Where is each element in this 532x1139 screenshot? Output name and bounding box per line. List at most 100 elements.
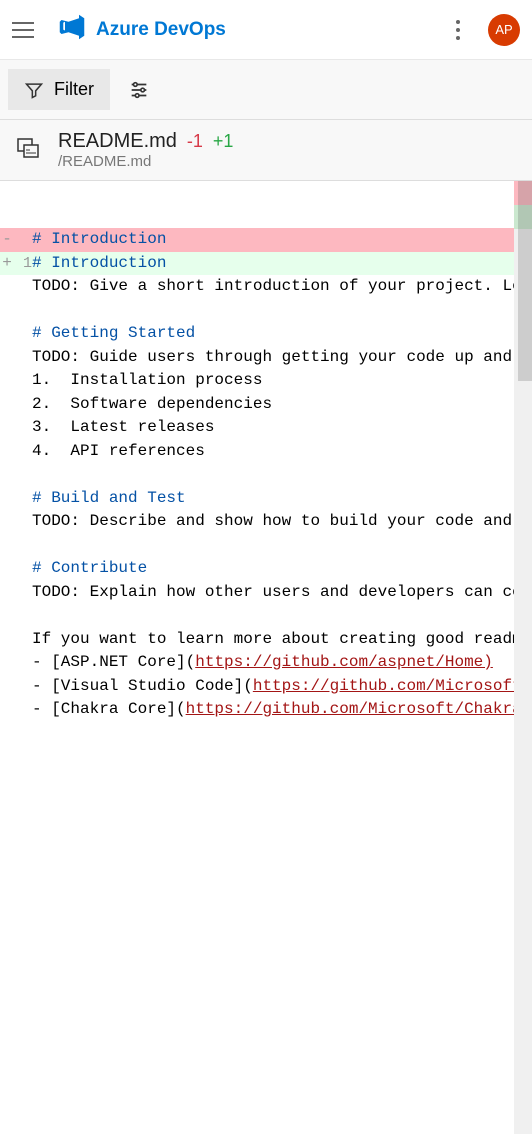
line-number <box>14 299 32 323</box>
diff-marker <box>0 299 14 323</box>
toolbar: Filter <box>0 60 532 120</box>
diff-marker <box>0 604 14 628</box>
code-line[interactable]: 3. Latest releases <box>0 416 532 440</box>
code-line[interactable]: TODO: Describe and show how to build you… <box>0 510 532 534</box>
line-content: 3. Latest releases <box>32 416 532 440</box>
diff-marker <box>0 463 14 487</box>
filter-label: Filter <box>54 79 94 100</box>
diff-marker <box>0 557 14 581</box>
line-content <box>32 463 532 487</box>
file-name: README.md <box>58 130 177 153</box>
code-line[interactable]: 2. Software dependencies <box>0 393 532 417</box>
diff-marker <box>0 487 14 511</box>
file-header: README.md -1 +1 /README.md <box>0 120 532 181</box>
line-number <box>14 651 32 675</box>
line-number <box>14 346 32 370</box>
code-line[interactable]: +1# Introduction <box>0 252 532 276</box>
line-number <box>14 322 32 346</box>
diff-added-count: +1 <box>213 131 234 152</box>
line-number <box>14 440 32 464</box>
code-line[interactable]: TODO: Explain how other users and develo… <box>0 581 532 605</box>
diff-marker <box>0 534 14 558</box>
line-content <box>32 534 532 558</box>
line-content: # Contribute <box>32 557 532 581</box>
line-number <box>14 463 32 487</box>
line-number <box>14 275 32 299</box>
line-number <box>14 675 32 699</box>
line-number <box>14 557 32 581</box>
diff-marker <box>0 346 14 370</box>
code-line[interactable]: # Build and Test <box>0 487 532 511</box>
code-line[interactable] <box>0 534 532 558</box>
line-content: TODO: Guide users through getting your c… <box>32 346 532 370</box>
diff-marker <box>0 393 14 417</box>
overview-ruler[interactable] <box>514 181 532 1134</box>
line-number: 1 <box>14 252 32 276</box>
azure-devops-logo-icon[interactable] <box>58 13 86 46</box>
code-line[interactable]: -# Introduction <box>0 228 532 252</box>
file-path: /README.md <box>58 153 233 170</box>
line-content: # Getting Started <box>32 322 532 346</box>
diff-marker <box>0 275 14 299</box>
scrollbar-thumb[interactable] <box>518 181 532 381</box>
line-number <box>14 487 32 511</box>
code-line[interactable]: - [ASP.NET Core](https://github.com/aspn… <box>0 651 532 675</box>
line-content: # Introduction <box>32 228 532 252</box>
line-content: - [Chakra Core](https://github.com/Micro… <box>32 698 532 722</box>
line-content: - [ASP.NET Core](https://github.com/aspn… <box>32 651 532 675</box>
diff-marker <box>0 651 14 675</box>
line-number <box>14 581 32 605</box>
diff-marker <box>0 698 14 722</box>
code-line[interactable]: 4. API references <box>0 440 532 464</box>
code-line[interactable]: TODO: Guide users through getting your c… <box>0 346 532 370</box>
line-content <box>32 604 532 628</box>
line-number <box>14 228 32 252</box>
settings-icon[interactable] <box>128 79 150 101</box>
line-number <box>14 369 32 393</box>
code-line[interactable] <box>0 604 532 628</box>
line-number <box>14 534 32 558</box>
diff-marker: - <box>0 228 14 252</box>
line-content: # Build and Test <box>32 487 532 511</box>
code-line[interactable]: # Getting Started <box>0 322 532 346</box>
line-content: - [Visual Studio Code](https://github.co… <box>32 675 532 699</box>
line-number <box>14 628 32 652</box>
avatar[interactable]: AP <box>488 14 520 46</box>
more-options-icon[interactable] <box>444 16 472 44</box>
line-number <box>14 510 32 534</box>
line-content: 2. Software dependencies <box>32 393 532 417</box>
diff-marker <box>0 440 14 464</box>
line-content: TODO: Explain how other users and develo… <box>32 581 532 605</box>
line-content: If you want to learn more about creating… <box>32 628 532 652</box>
line-content: # Introduction <box>32 252 532 276</box>
code-line[interactable]: TODO: Give a short introduction of your … <box>0 275 532 299</box>
diff-marker: + <box>0 252 14 276</box>
code-line[interactable]: 1. Installation process <box>0 369 532 393</box>
diff-code-view[interactable]: -# Introduction+1# Introduction TODO: Gi… <box>0 181 532 1134</box>
line-content: 1. Installation process <box>32 369 532 393</box>
file-diff-icon <box>16 136 40 165</box>
diff-marker <box>0 581 14 605</box>
diff-marker <box>0 369 14 393</box>
code-line[interactable]: If you want to learn more about creating… <box>0 628 532 652</box>
diff-marker <box>0 322 14 346</box>
code-line[interactable]: - [Visual Studio Code](https://github.co… <box>0 675 532 699</box>
code-line[interactable] <box>0 299 532 323</box>
line-content: TODO: Give a short introduction of your … <box>32 275 532 299</box>
line-number <box>14 698 32 722</box>
line-number <box>14 604 32 628</box>
app-title[interactable]: Azure DevOps <box>96 19 226 41</box>
app-header: Azure DevOps AP <box>0 0 532 60</box>
line-content: 4. API references <box>32 440 532 464</box>
code-line[interactable]: # Contribute <box>0 557 532 581</box>
diff-removed-count: -1 <box>187 131 203 152</box>
hamburger-menu-icon[interactable] <box>12 16 40 44</box>
line-content <box>32 299 532 323</box>
code-line[interactable] <box>0 463 532 487</box>
diff-marker <box>0 675 14 699</box>
code-line[interactable]: - [Chakra Core](https://github.com/Micro… <box>0 698 532 722</box>
line-content: TODO: Describe and show how to build you… <box>32 510 532 534</box>
filter-button[interactable]: Filter <box>8 69 110 110</box>
line-number <box>14 416 32 440</box>
diff-marker <box>0 510 14 534</box>
